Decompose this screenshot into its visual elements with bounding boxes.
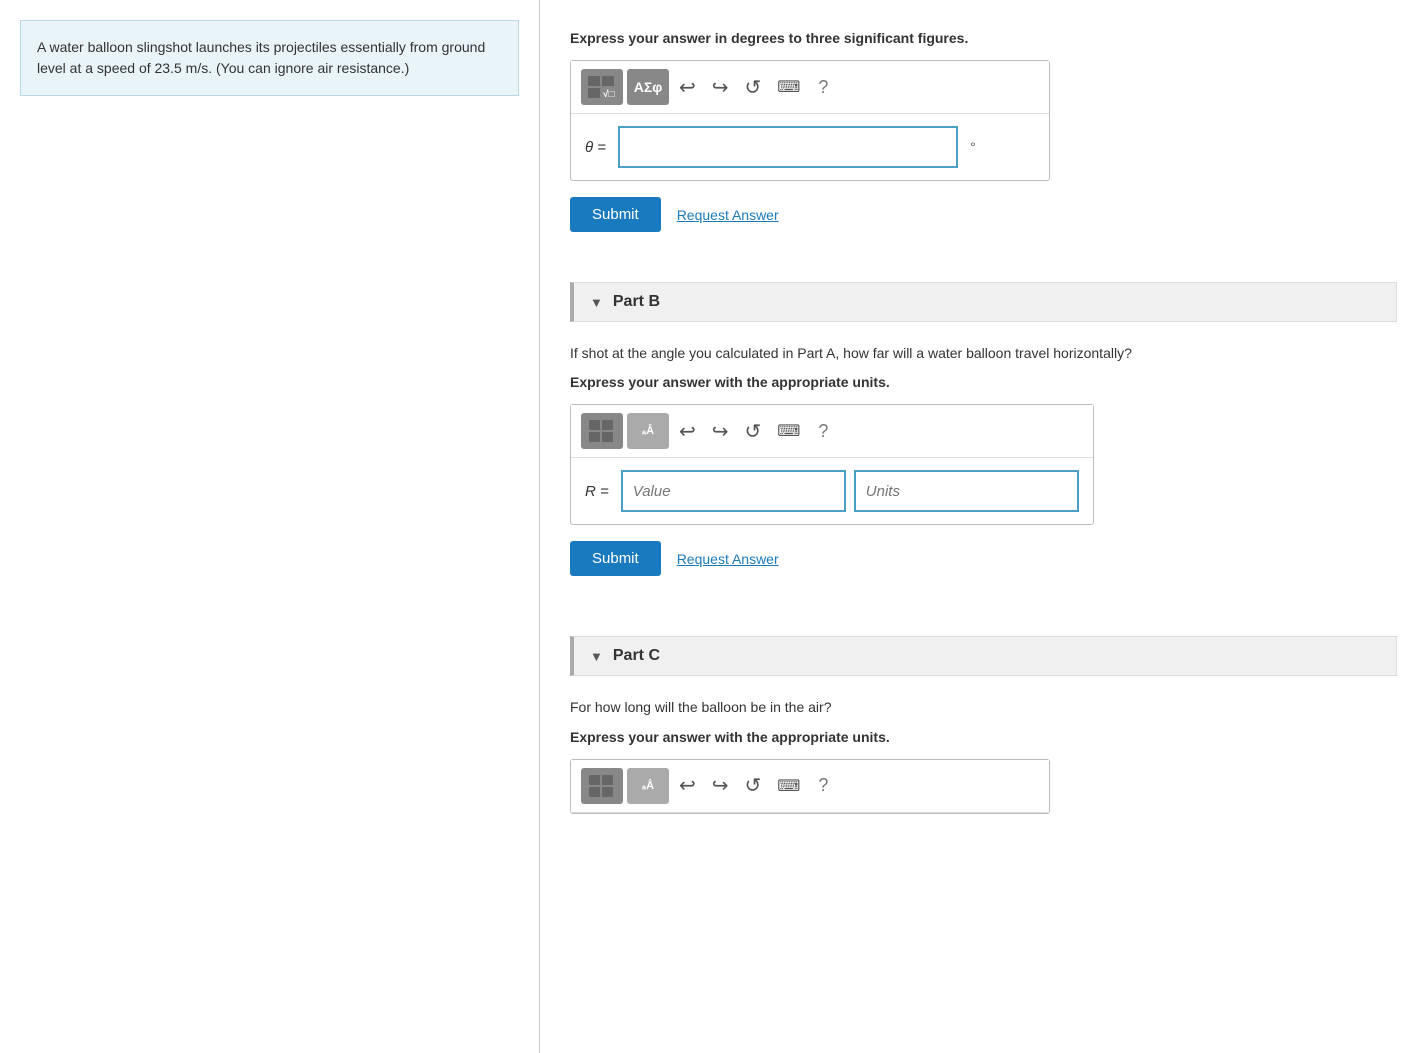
part-c-question: For how long will the balloon be in the …: [570, 696, 1397, 718]
part-c-units-btn[interactable]: ₐÅ: [627, 768, 669, 804]
right-panel: Express your answer in degrees to three …: [540, 0, 1427, 1053]
part-a-refresh-btn[interactable]: ↺: [739, 71, 768, 104]
part-a-input-row: θ = °: [571, 114, 1049, 180]
part-b-header[interactable]: ▼ Part B: [570, 282, 1397, 322]
part-b-action-row: Submit Request Answer: [570, 541, 1397, 576]
part-c-content: For how long will the balloon be in the …: [570, 676, 1397, 849]
left-panel: A water balloon slingshot launches its p…: [0, 0, 540, 1053]
part-c-toolbar: ₐÅ ↩ ↪ ↺ ⌨ ?: [571, 760, 1049, 813]
part-a-math-btn[interactable]: √□: [581, 69, 623, 105]
part-b-help-icon[interactable]: ?: [810, 417, 836, 446]
part-c-math-btn[interactable]: [581, 768, 623, 804]
part-b-math-input-box: ₐÅ ↩ ↪ ↺ ⌨ ? R =: [570, 404, 1094, 525]
part-b-units-btn[interactable]: ₐÅ: [627, 413, 669, 449]
part-c-help-icon[interactable]: ?: [810, 771, 836, 800]
part-a-answer-input[interactable]: [618, 126, 958, 168]
part-b-keyboard-btn[interactable]: ⌨: [771, 417, 806, 445]
problem-text: A water balloon slingshot launches its p…: [20, 20, 519, 96]
part-b-redo-btn[interactable]: ↪: [706, 415, 735, 448]
part-b-undo-btn[interactable]: ↩: [673, 415, 702, 448]
part-b-label: Part B: [613, 293, 660, 311]
part-b-units-input[interactable]: [854, 470, 1079, 512]
part-a-keyboard-btn[interactable]: ⌨: [771, 73, 806, 101]
part-b-input-row: R =: [571, 458, 1093, 524]
part-c-chevron-icon: ▼: [590, 649, 603, 664]
part-b-math-btn[interactable]: [581, 413, 623, 449]
part-a-redo-btn[interactable]: ↪: [706, 71, 735, 104]
part-b-question: If shot at the angle you calculated in P…: [570, 342, 1397, 364]
part-c-header[interactable]: ▼ Part C: [570, 636, 1397, 676]
part-a-express-note: Express your answer in degrees to three …: [570, 30, 1397, 46]
part-a-undo-btn[interactable]: ↩: [673, 71, 702, 104]
part-a-submit-button[interactable]: Submit: [570, 197, 661, 232]
part-b-content: If shot at the angle you calculated in P…: [570, 322, 1397, 626]
part-a-action-row: Submit Request Answer: [570, 197, 1397, 232]
part-a-content: Express your answer in degrees to three …: [570, 10, 1397, 282]
part-a-help-icon[interactable]: ?: [810, 73, 836, 102]
part-a-math-input-box: √□ ΑΣφ ↩ ↪ ↺ ⌨ ? θ = °: [570, 60, 1050, 181]
part-c-refresh-btn[interactable]: ↺: [739, 769, 768, 802]
part-c-math-input-box: ₐÅ ↩ ↪ ↺ ⌨ ?: [570, 759, 1050, 814]
part-b-refresh-btn[interactable]: ↺: [739, 415, 768, 448]
part-a-request-answer-link[interactable]: Request Answer: [677, 207, 779, 223]
part-b-value-input[interactable]: [621, 470, 846, 512]
problem-statement: A water balloon slingshot launches its p…: [37, 39, 485, 76]
part-a-degree-symbol: °: [970, 139, 976, 155]
part-b-toolbar: ₐÅ ↩ ↪ ↺ ⌨ ?: [571, 405, 1093, 458]
part-a-symbol-btn[interactable]: ΑΣφ: [627, 69, 669, 105]
part-b-section: ▼ Part B If shot at the angle you calcul…: [570, 282, 1397, 626]
part-b-express-note: Express your answer with the appropriate…: [570, 374, 1397, 390]
part-c-express-note: Express your answer with the appropriate…: [570, 729, 1397, 745]
part-c-keyboard-btn[interactable]: ⌨: [771, 772, 806, 800]
part-b-chevron-icon: ▼: [590, 295, 603, 310]
part-b-submit-button[interactable]: Submit: [570, 541, 661, 576]
part-c-redo-btn[interactable]: ↪: [706, 769, 735, 802]
svg-text:√□: √□: [603, 89, 615, 99]
part-b-input-label: R =: [585, 483, 609, 500]
part-c-label: Part C: [613, 647, 660, 665]
part-b-request-answer-link[interactable]: Request Answer: [677, 551, 779, 567]
part-c-section: ▼ Part C For how long will the balloon b…: [570, 636, 1397, 849]
part-c-undo-btn[interactable]: ↩: [673, 769, 702, 802]
part-a-toolbar: √□ ΑΣφ ↩ ↪ ↺ ⌨ ?: [571, 61, 1049, 114]
part-a-input-label: θ =: [585, 139, 606, 156]
